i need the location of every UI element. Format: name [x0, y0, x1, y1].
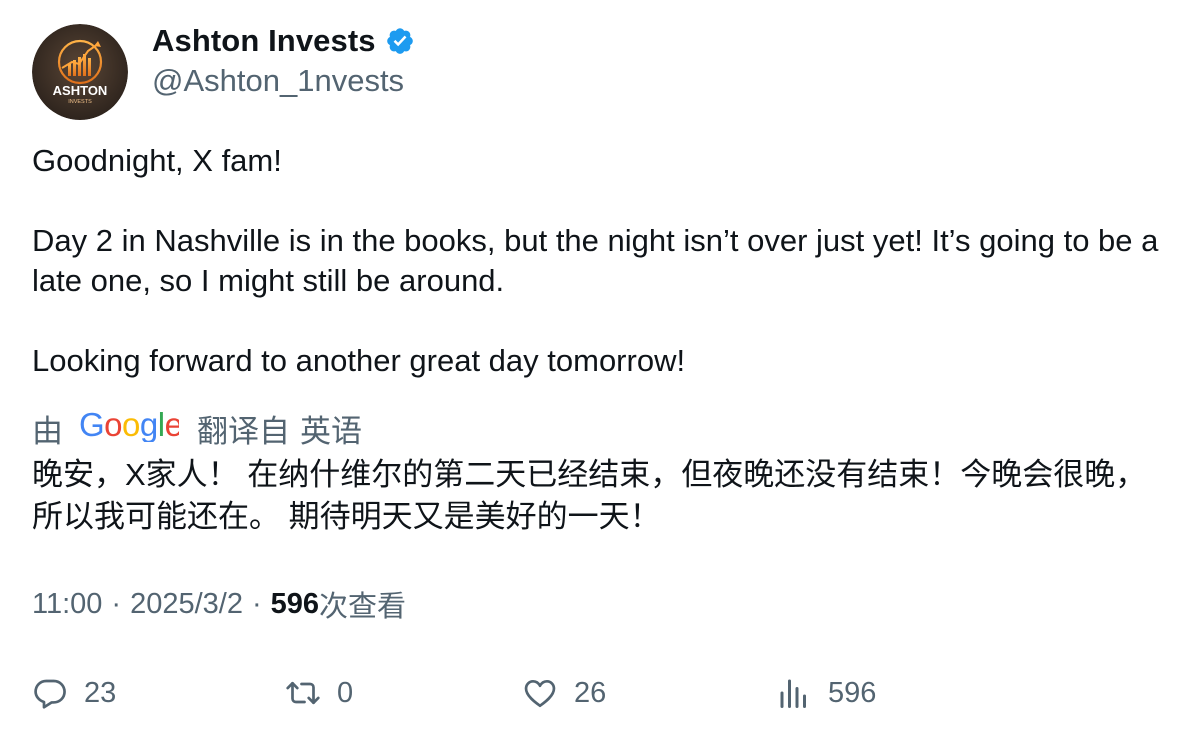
display-name[interactable]: Ashton Invests [152, 23, 376, 59]
author-block: Ashton Invests @Ashton_1nvests [152, 20, 415, 99]
tweet-text: Goodnight, X fam! Day 2 in Nashville is … [32, 141, 1162, 381]
action-bar: 23 0 26 596 [32, 670, 1162, 716]
retweet-count: 0 [337, 676, 354, 709]
retweet-button[interactable]: 0 [285, 670, 353, 716]
translated-from-label: 翻译自 [197, 413, 290, 449]
tweet-paragraph: Looking forward to another great day tom… [32, 343, 686, 378]
reply-icon [34, 679, 66, 709]
avatar-text-sub: INVESTS [68, 99, 92, 105]
views-icon [780, 679, 806, 708]
reply-count: 23 [84, 676, 117, 709]
like-icon [524, 679, 556, 708]
tweet-paragraph: Goodnight, X fam! [32, 143, 282, 178]
translated-by-label: 由 [32, 413, 63, 449]
tweet-date[interactable]: 2025/3/2 [130, 588, 243, 621]
retweet-icon [286, 681, 320, 705]
meta-separator: · [111, 587, 122, 620]
reply-button[interactable]: 23 [32, 670, 116, 716]
translated-text: 晚安，X家人！ 在纳什维尔的第二天已经结束，但夜晚还没有结束！今晚会很晚，所以我… [32, 457, 1147, 534]
avatar[interactable]: ASHTON INVESTS [32, 24, 128, 120]
source-language: 英语 [300, 413, 362, 449]
like-button[interactable]: 26 [522, 670, 606, 716]
tweet-meta: 11:00 · 2025/3/2 · 596 次查看 [32, 584, 406, 624]
svg-text:Google: Google [79, 406, 179, 442]
views-count: 596 [270, 587, 320, 620]
avatar-text-main: ASHTON [53, 83, 108, 98]
tweet-paragraph: Day 2 in Nashville is in the books, but … [32, 223, 1168, 298]
meta-separator: · [251, 587, 262, 620]
avatar-logo: ASHTON INVESTS [32, 24, 128, 120]
name-row: Ashton Invests [152, 20, 415, 62]
views-button[interactable]: 596 [776, 670, 876, 716]
tweet-time[interactable]: 11:00 [32, 588, 102, 621]
views-action-count: 596 [828, 676, 877, 709]
like-count: 26 [574, 676, 607, 709]
translation-attribution: 由 Google 翻译自 英语 [32, 406, 362, 450]
handle[interactable]: @Ashton_1nvests [152, 63, 415, 99]
views-label: 次查看 [319, 591, 407, 623]
google-logo-icon[interactable]: Google [79, 406, 183, 450]
verified-badge-icon[interactable] [385, 26, 415, 56]
